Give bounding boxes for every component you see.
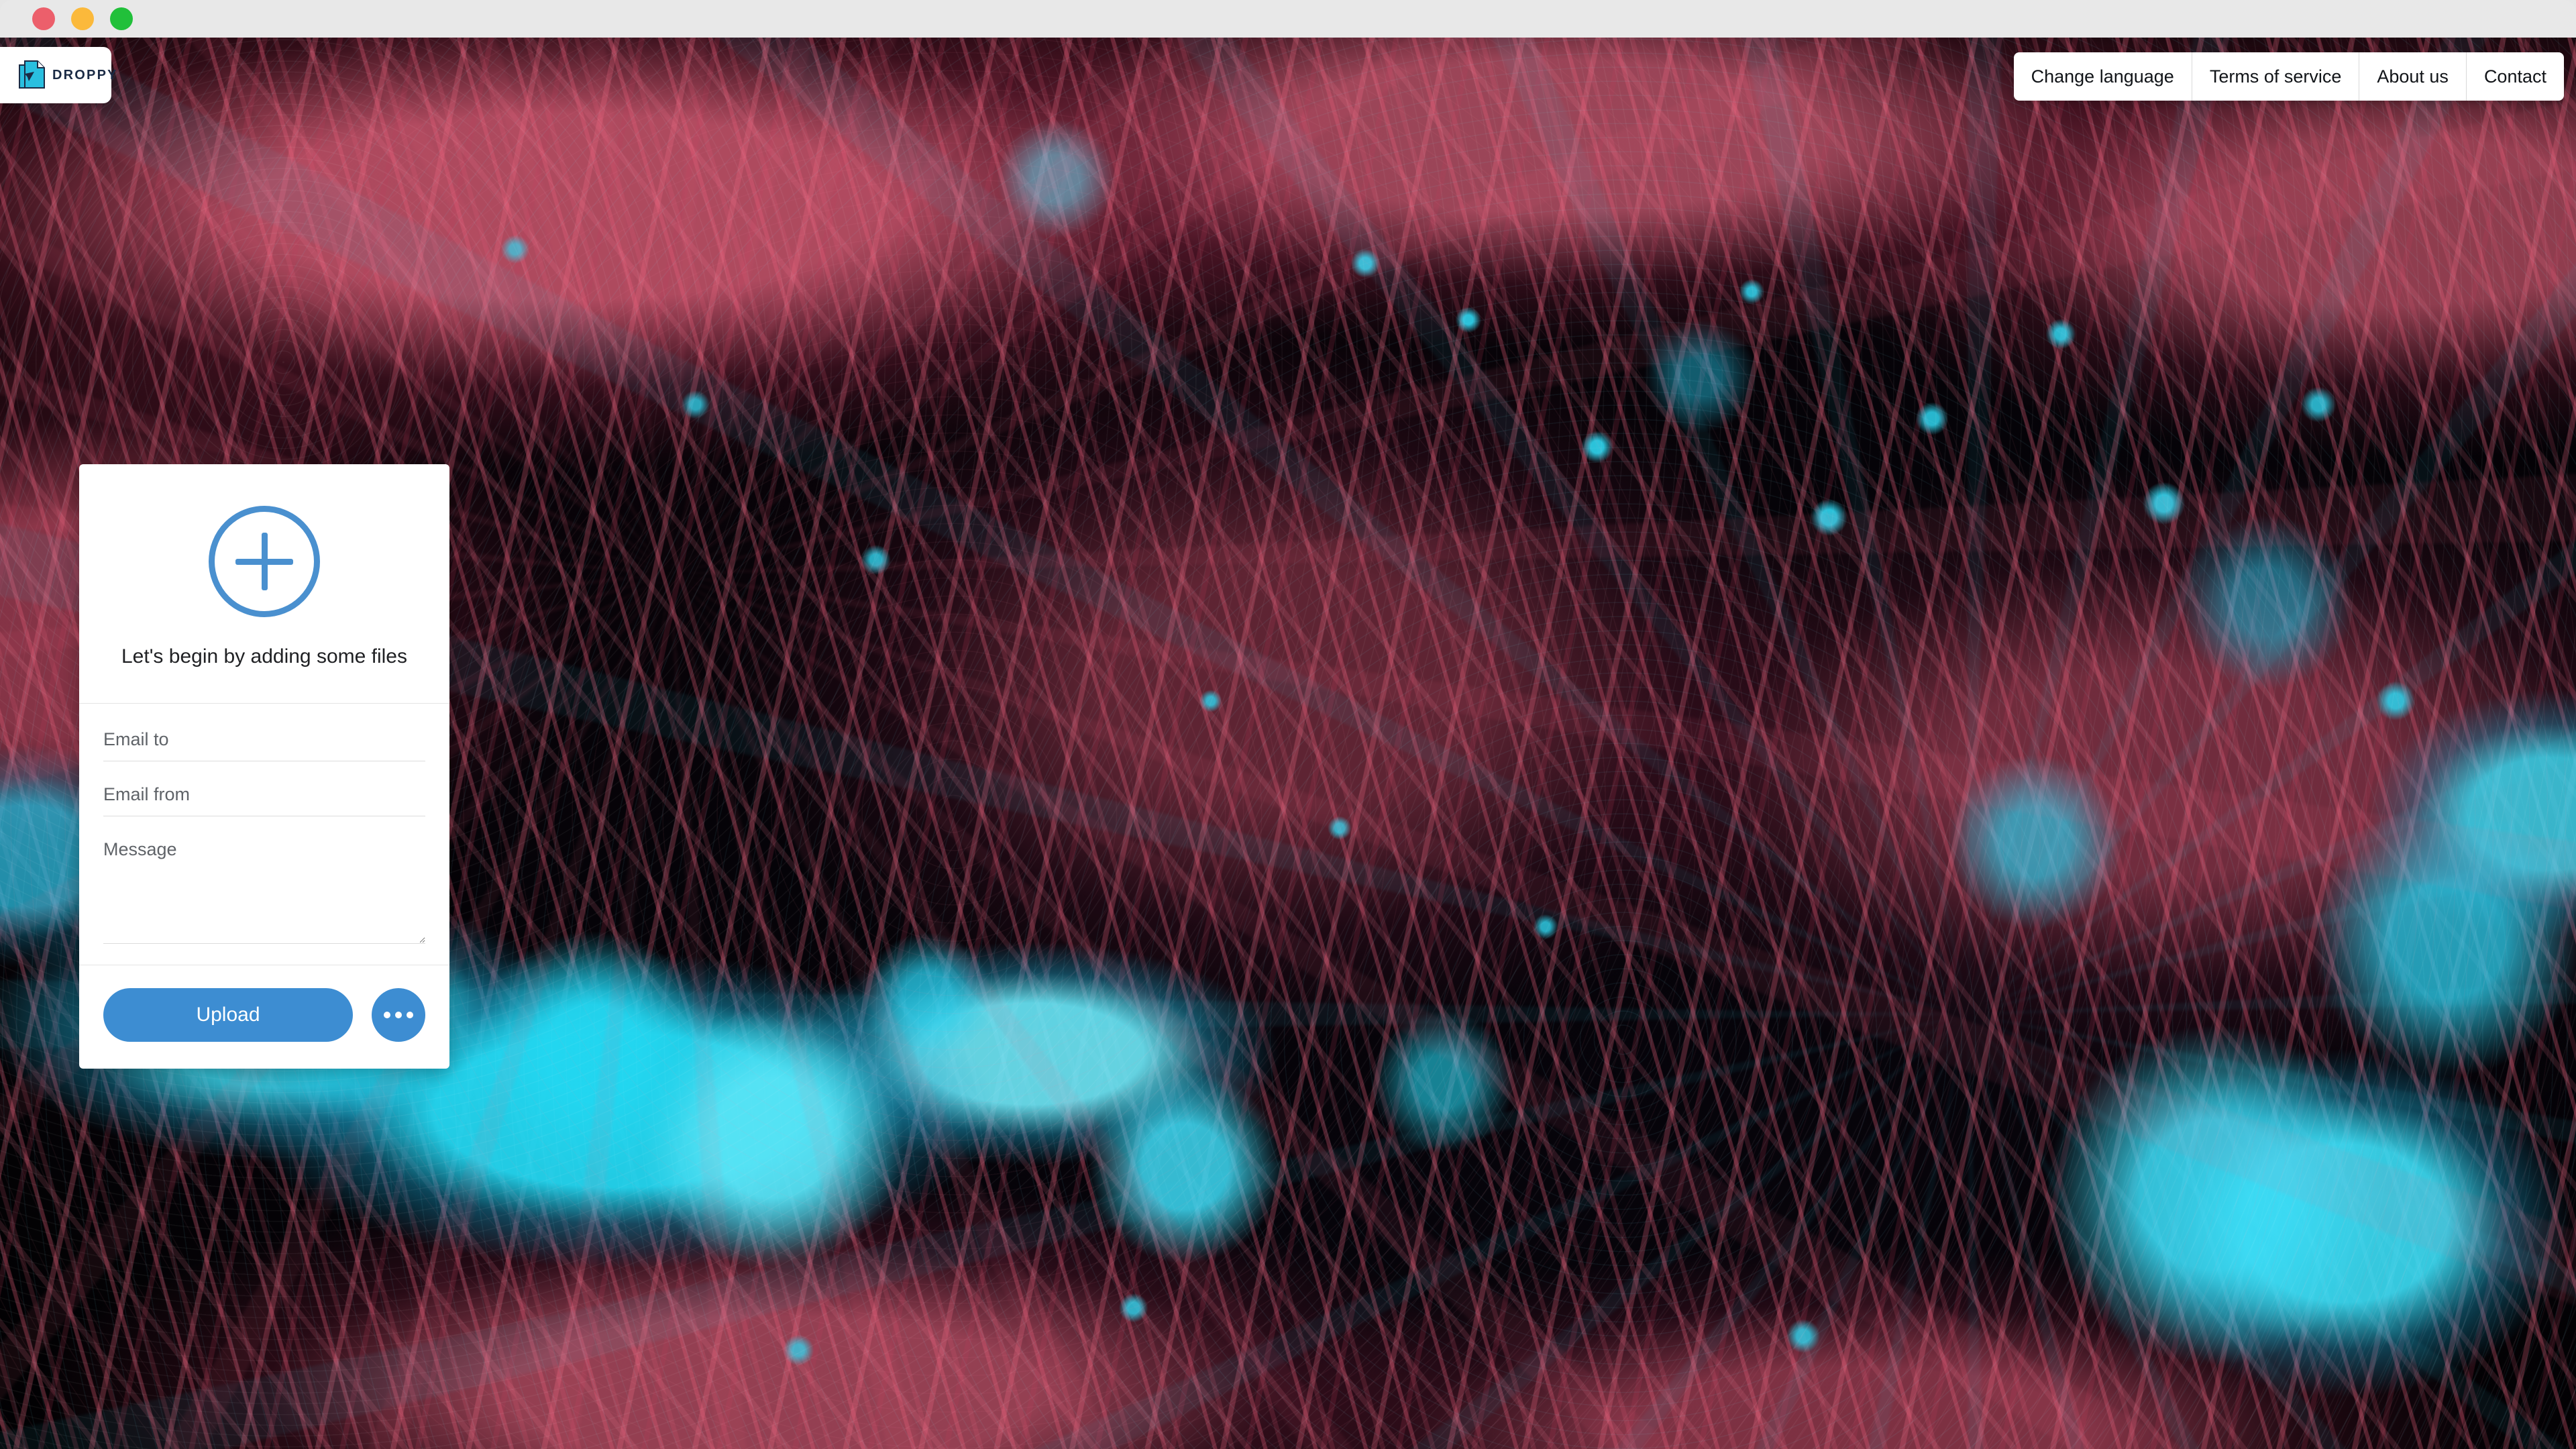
ellipsis-icon-dot xyxy=(407,1012,413,1018)
more-options-button[interactable] xyxy=(372,988,425,1042)
ellipsis-icon-dot xyxy=(395,1012,402,1018)
document-stack-icon xyxy=(19,60,45,89)
ellipsis-icon-dot xyxy=(384,1012,390,1018)
window-titlebar xyxy=(0,0,2576,38)
form-fields xyxy=(79,704,449,965)
close-window-button[interactable] xyxy=(32,7,55,30)
top-navigation: Change language Terms of service About u… xyxy=(2013,52,2564,101)
nav-item-about-us[interactable]: About us xyxy=(2359,52,2467,101)
field-email-from xyxy=(103,782,425,816)
nav-item-contact[interactable]: Contact xyxy=(2467,52,2564,101)
field-message xyxy=(103,837,425,947)
page-viewport: DROPPY Change language Terms of service … xyxy=(0,38,2576,1449)
card-actions: Upload xyxy=(79,965,449,1069)
minimize-window-button[interactable] xyxy=(71,7,94,30)
email-to-input[interactable] xyxy=(103,727,425,761)
maximize-window-button[interactable] xyxy=(110,7,133,30)
dropzone-label: Let's begin by adding some files xyxy=(121,645,407,667)
nav-item-change-language[interactable]: Change language xyxy=(2014,52,2192,101)
upload-card: Let's begin by adding some files Upload xyxy=(79,464,449,1069)
message-textarea[interactable] xyxy=(103,837,425,944)
field-email-to xyxy=(103,727,425,761)
file-dropzone[interactable]: Let's begin by adding some files xyxy=(79,464,449,704)
app-window: DROPPY Change language Terms of service … xyxy=(0,0,2576,1449)
brand-logo[interactable]: DROPPY xyxy=(0,47,116,103)
email-from-input[interactable] xyxy=(103,782,425,816)
plus-circle-icon[interactable] xyxy=(209,506,320,617)
brand-name: DROPPY xyxy=(52,67,118,83)
upload-button[interactable]: Upload xyxy=(103,988,353,1042)
nav-item-terms-of-service[interactable]: Terms of service xyxy=(2192,52,2360,101)
